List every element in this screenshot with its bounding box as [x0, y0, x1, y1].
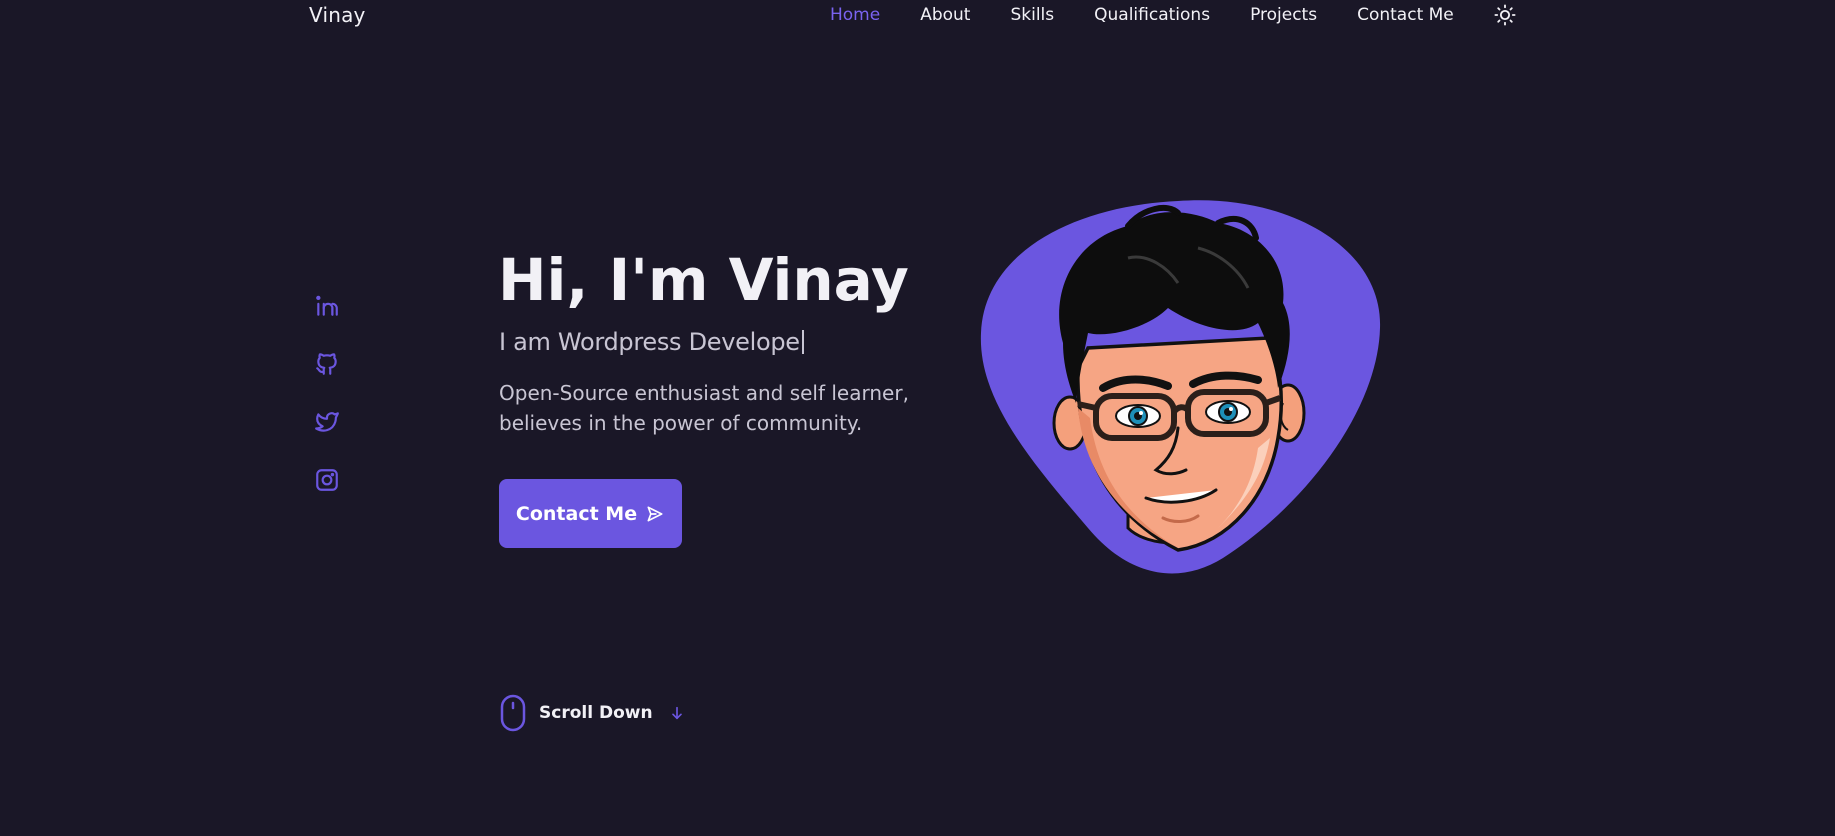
mouse-icon — [500, 694, 526, 732]
social-links — [313, 292, 341, 524]
hero-subtitle-text: I am Wordpress Develope — [499, 328, 800, 356]
site-header: Vinay Home About Skills Qualifications P… — [0, 0, 1835, 32]
hero-subtitle: I am Wordpress Develope — [499, 328, 804, 356]
avatar — [980, 200, 1381, 574]
github-link[interactable] — [313, 350, 341, 378]
typing-cursor — [801, 330, 804, 354]
nav-about[interactable]: About — [920, 5, 970, 25]
nav-projects[interactable]: Projects — [1250, 5, 1317, 25]
twitter-icon — [315, 412, 339, 432]
contact-me-label: Contact Me — [515, 502, 638, 525]
sun-icon — [1494, 4, 1516, 26]
nav-skills[interactable]: Skills — [1010, 5, 1054, 25]
main-nav: Home About Skills Qualifications Project… — [830, 4, 1516, 26]
theme-toggle-button[interactable] — [1494, 4, 1516, 26]
scroll-down-link[interactable]: Scroll Down — [499, 694, 685, 732]
scroll-down-label: Scroll Down — [539, 703, 653, 723]
contact-me-button[interactable]: Contact Me — [499, 479, 682, 548]
send-icon — [645, 504, 665, 524]
nav-home[interactable]: Home — [830, 5, 880, 25]
twitter-link[interactable] — [313, 408, 341, 436]
hero-title: Hi, I'm Vinay — [498, 246, 909, 314]
github-icon — [316, 353, 337, 375]
instagram-link[interactable] — [313, 466, 341, 494]
linkedin-link[interactable] — [313, 292, 341, 320]
site-logo[interactable]: Vinay — [309, 3, 366, 27]
arrow-down-icon — [671, 706, 682, 720]
nav-contact[interactable]: Contact Me — [1357, 5, 1454, 25]
hero-description: Open-Source enthusiast and self learner,… — [499, 381, 909, 435]
nav-qualifications[interactable]: Qualifications — [1094, 5, 1210, 25]
instagram-icon — [316, 469, 338, 491]
linkedin-icon — [316, 295, 338, 316]
